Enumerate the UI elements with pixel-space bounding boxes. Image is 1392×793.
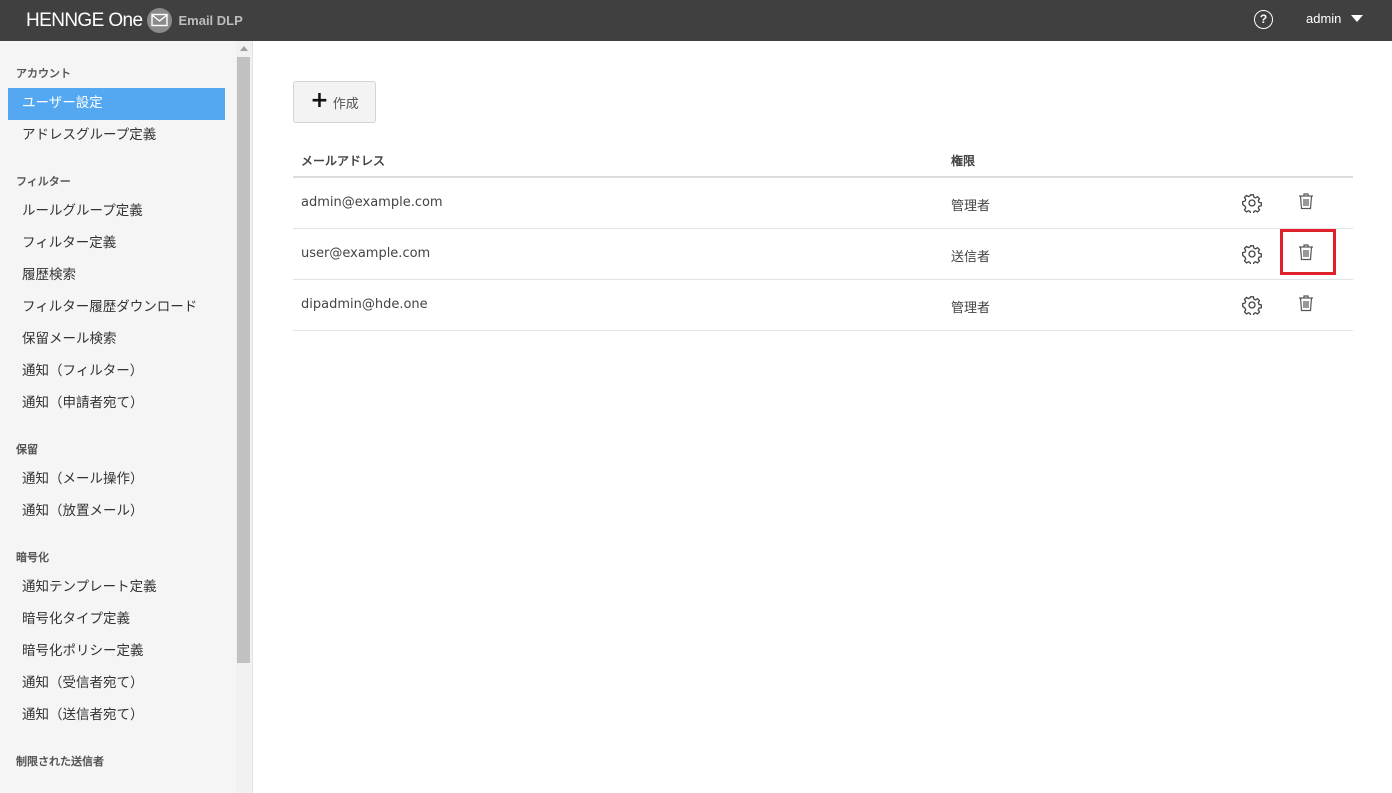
- top-bar: HENNGE One Email DLP ? admin: [0, 0, 1392, 41]
- sidebar-section-title: フィルター: [16, 175, 71, 188]
- user-menu[interactable]: admin: [1306, 0, 1364, 37]
- column-header-role: 権限: [951, 154, 976, 168]
- role-cell: 管理者: [951, 199, 991, 214]
- sidebar-item[interactable]: 暗号化ポリシー定義: [8, 636, 225, 668]
- brand-logo: HENNGE One: [26, 9, 143, 31]
- product-name: Email DLP: [178, 13, 243, 28]
- gear-icon[interactable]: [1242, 193, 1262, 215]
- sidebar-item[interactable]: 通知（フィルター）: [8, 356, 225, 388]
- email-cell: dipadmin@hde.one: [301, 297, 428, 312]
- column-header-email: メールアドレス: [301, 154, 386, 168]
- sidebar-item[interactable]: ユーザー設定: [8, 88, 225, 120]
- sidebar-section-title: アカウント: [16, 67, 71, 80]
- trash-icon[interactable]: [1298, 192, 1314, 210]
- trash-icon[interactable]: [1298, 294, 1314, 312]
- table-row: admin@example.com 管理者: [293, 178, 1353, 229]
- sidebar-item[interactable]: 通知（申請者宛て）: [8, 388, 225, 420]
- sidebar-item[interactable]: アドレスグループ定義: [8, 120, 225, 152]
- mail-icon: [147, 8, 173, 33]
- sidebar-section-title: 暗号化: [16, 551, 49, 564]
- sidebar-item[interactable]: ルールグループ定義: [8, 196, 225, 228]
- scroll-up-icon[interactable]: [240, 46, 248, 51]
- sidebar-item[interactable]: 通知（メール操作）: [8, 464, 225, 496]
- sidebar-section-title: 制限された送信者: [16, 755, 104, 768]
- table-row: user@example.com 送信者: [293, 229, 1353, 280]
- sidebar-item[interactable]: 保留メール検索: [8, 324, 225, 356]
- table-row: dipadmin@hde.one 管理者: [293, 280, 1353, 331]
- sidebar-section-title: 保留: [16, 443, 38, 456]
- sidebar-item[interactable]: 通知（受信者宛て）: [8, 668, 225, 700]
- sidebar-item[interactable]: 通知（送信者宛て）: [8, 700, 225, 732]
- role-cell: 管理者: [951, 301, 991, 316]
- caret-down-icon: [1351, 15, 1364, 22]
- email-cell: admin@example.com: [301, 195, 443, 210]
- gear-icon[interactable]: [1242, 295, 1262, 317]
- delete-highlight: [1280, 229, 1336, 275]
- user-name: admin: [1306, 11, 1342, 26]
- create-button[interactable]: + 作成: [293, 81, 376, 123]
- email-cell: user@example.com: [301, 246, 431, 261]
- sidebar: アカウントユーザー設定 アドレスグループ定義フィルタールールグループ定義 フィルター…: [0, 41, 253, 793]
- role-cell: 送信者: [951, 250, 991, 265]
- sidebar-item[interactable]: フィルター定義: [8, 228, 225, 260]
- sidebar-item[interactable]: フィルター履歴ダウンロード: [8, 292, 225, 324]
- user-table: メールアドレス 権限 admin@example.com 管理者 user@exam…: [293, 140, 1353, 331]
- table-header: メールアドレス 権限: [293, 140, 1353, 178]
- scroll-thumb[interactable]: [237, 57, 250, 663]
- help-icon[interactable]: ?: [1254, 10, 1273, 29]
- sidebar-item[interactable]: 暗号化タイプ定義: [8, 604, 225, 636]
- sidebar-item[interactable]: 通知（放置メール）: [8, 496, 225, 528]
- sidebar-item[interactable]: 履歴検索: [8, 260, 225, 292]
- create-button-label: 作成: [332, 96, 359, 112]
- brand[interactable]: HENNGE One Email DLP: [26, 0, 243, 41]
- sidebar-item[interactable]: 通知テンプレート定義: [8, 572, 225, 604]
- sidebar-scrollbar[interactable]: [236, 41, 252, 793]
- plus-icon: +: [310, 88, 329, 113]
- gear-icon[interactable]: [1242, 244, 1262, 266]
